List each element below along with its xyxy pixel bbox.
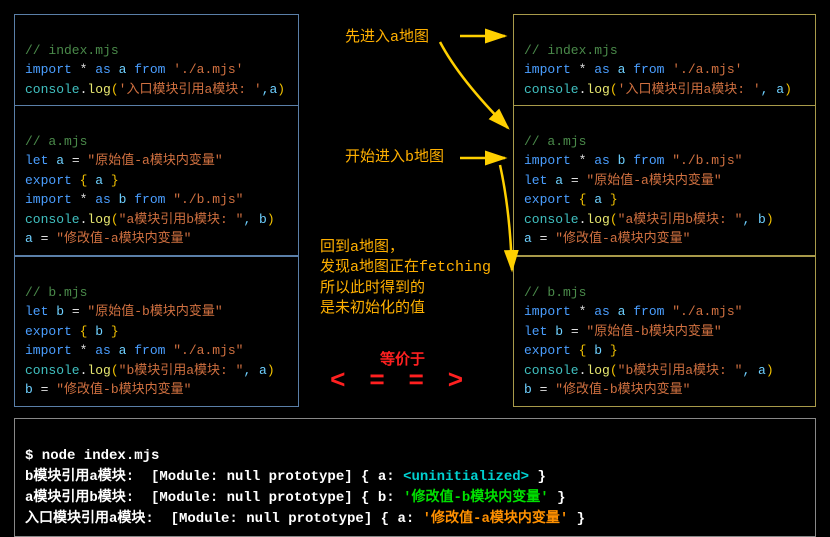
console-command: $ node index.mjs xyxy=(25,448,159,464)
annotation-enter-a: 先进入a地图 xyxy=(345,28,429,48)
equivalence-symbol: < = = > xyxy=(330,366,467,396)
left-b-code: // b.mjs let b = "原始值-b模块内变量" export { b… xyxy=(14,256,299,407)
code-line: // index.mjs xyxy=(25,43,119,58)
console-output: $ node index.mjs b模块引用a模块: [Module: null… xyxy=(14,418,816,537)
annotation-fetching: 回到a地图， 发现a地图正在fetching 所以此时得到的 是未初始化的值 xyxy=(320,238,491,319)
left-index-code: // index.mjs import * as a from './a.mjs… xyxy=(14,14,299,106)
arrow-icon xyxy=(500,165,512,270)
right-b-code: // b.mjs import * as a from "./a.mjs" le… xyxy=(513,256,816,407)
annotation-enter-b: 开始进入b地图 xyxy=(345,148,444,168)
right-index-code: // index.mjs import * as a from './a.mjs… xyxy=(513,14,816,106)
arrow-icon xyxy=(440,42,508,128)
right-a-code: // a.mjs import * as b from "./b.mjs" le… xyxy=(513,105,816,256)
left-a-code: // a.mjs let a = "原始值-a模块内变量" export { a… xyxy=(14,105,299,256)
